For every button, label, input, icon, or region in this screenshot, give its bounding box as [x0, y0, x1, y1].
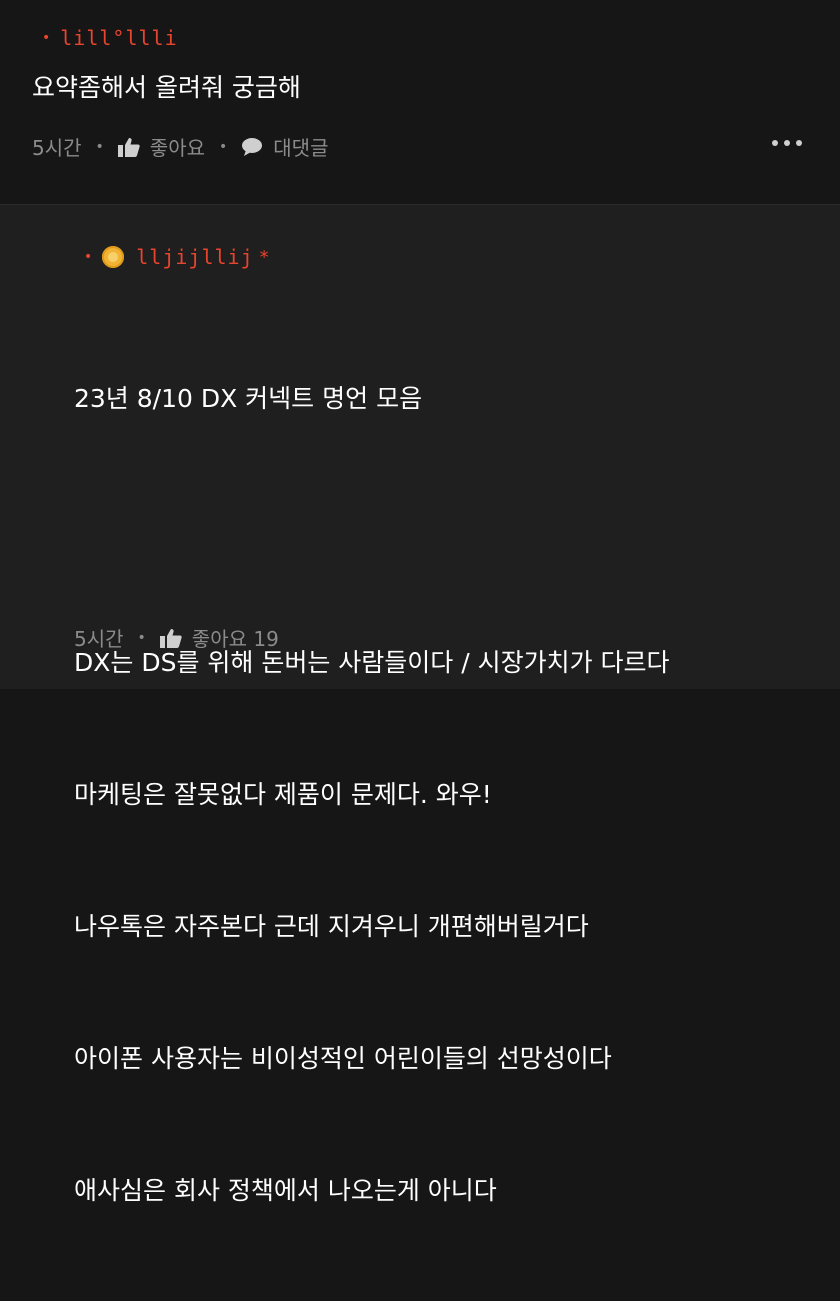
reply-line: 나우톡은 자주본다 근데 지겨우니 개편해버릴거다: [74, 912, 589, 941]
speech-bubble-icon: [242, 137, 263, 156]
comment-text: 요약좀해서 올려줘 궁금해: [32, 73, 301, 102]
comment: • lill°llli 요약좀해서 올려줘 궁금해 5시간 • 좋아요 • 대댓…: [0, 0, 840, 205]
author-mark: *: [259, 246, 269, 268]
gold-badge-icon: [102, 246, 125, 268]
separator: •: [137, 629, 146, 646]
bullet-dot: •: [84, 249, 93, 265]
like-button[interactable]: 좋아요: [117, 132, 205, 161]
comment-meta: 5시간 • 좋아요 • 대댓글: [32, 132, 328, 161]
like-button[interactable]: 좋아요 19: [159, 623, 279, 652]
reply-author[interactable]: lljijllij: [136, 245, 253, 269]
comment-author-row: • lill°llli: [42, 26, 178, 50]
thumbs-up-icon: [117, 137, 140, 157]
reply: • lljijllij * 23년 8/10 DX 커넥트 명언 모음 DX는 …: [0, 205, 840, 1205]
separator: •: [95, 138, 104, 155]
reply-text: 23년 8/10 DX 커넥트 명언 모음 DX는 DS를 위해 돈버는 사람들…: [74, 289, 670, 1301]
reply-line: 23년 8/10 DX 커넥트 명언 모음: [74, 384, 423, 413]
comment-time: 5시간: [32, 136, 82, 160]
reply-line: [74, 509, 670, 553]
separator: •: [219, 138, 228, 155]
reply-button[interactable]: 대댓글: [241, 132, 328, 161]
thumbs-up-icon: [159, 628, 182, 648]
reply-meta: 5시간 • 좋아요 19: [74, 623, 279, 652]
like-label: 좋아요: [149, 136, 205, 160]
reply-time: 5시간: [74, 627, 124, 651]
reply-line: 마케팅은 잘못없다 제품이 문제다. 와우!: [74, 780, 492, 809]
reply-label: 대댓글: [273, 136, 329, 160]
more-dots-icon[interactable]: [772, 140, 802, 146]
like-label: 좋아요 19: [191, 627, 279, 651]
bullet-dot: •: [42, 30, 51, 46]
reply-line: 아이폰 사용자는 비이성적인 어린이들의 선망성이다: [74, 1044, 612, 1073]
reply-author-row: • lljijllij *: [84, 245, 269, 269]
reply-line: 애사심은 회사 정책에서 나오는게 아니다: [74, 1176, 497, 1205]
comment-author[interactable]: lill°llli: [60, 26, 177, 50]
